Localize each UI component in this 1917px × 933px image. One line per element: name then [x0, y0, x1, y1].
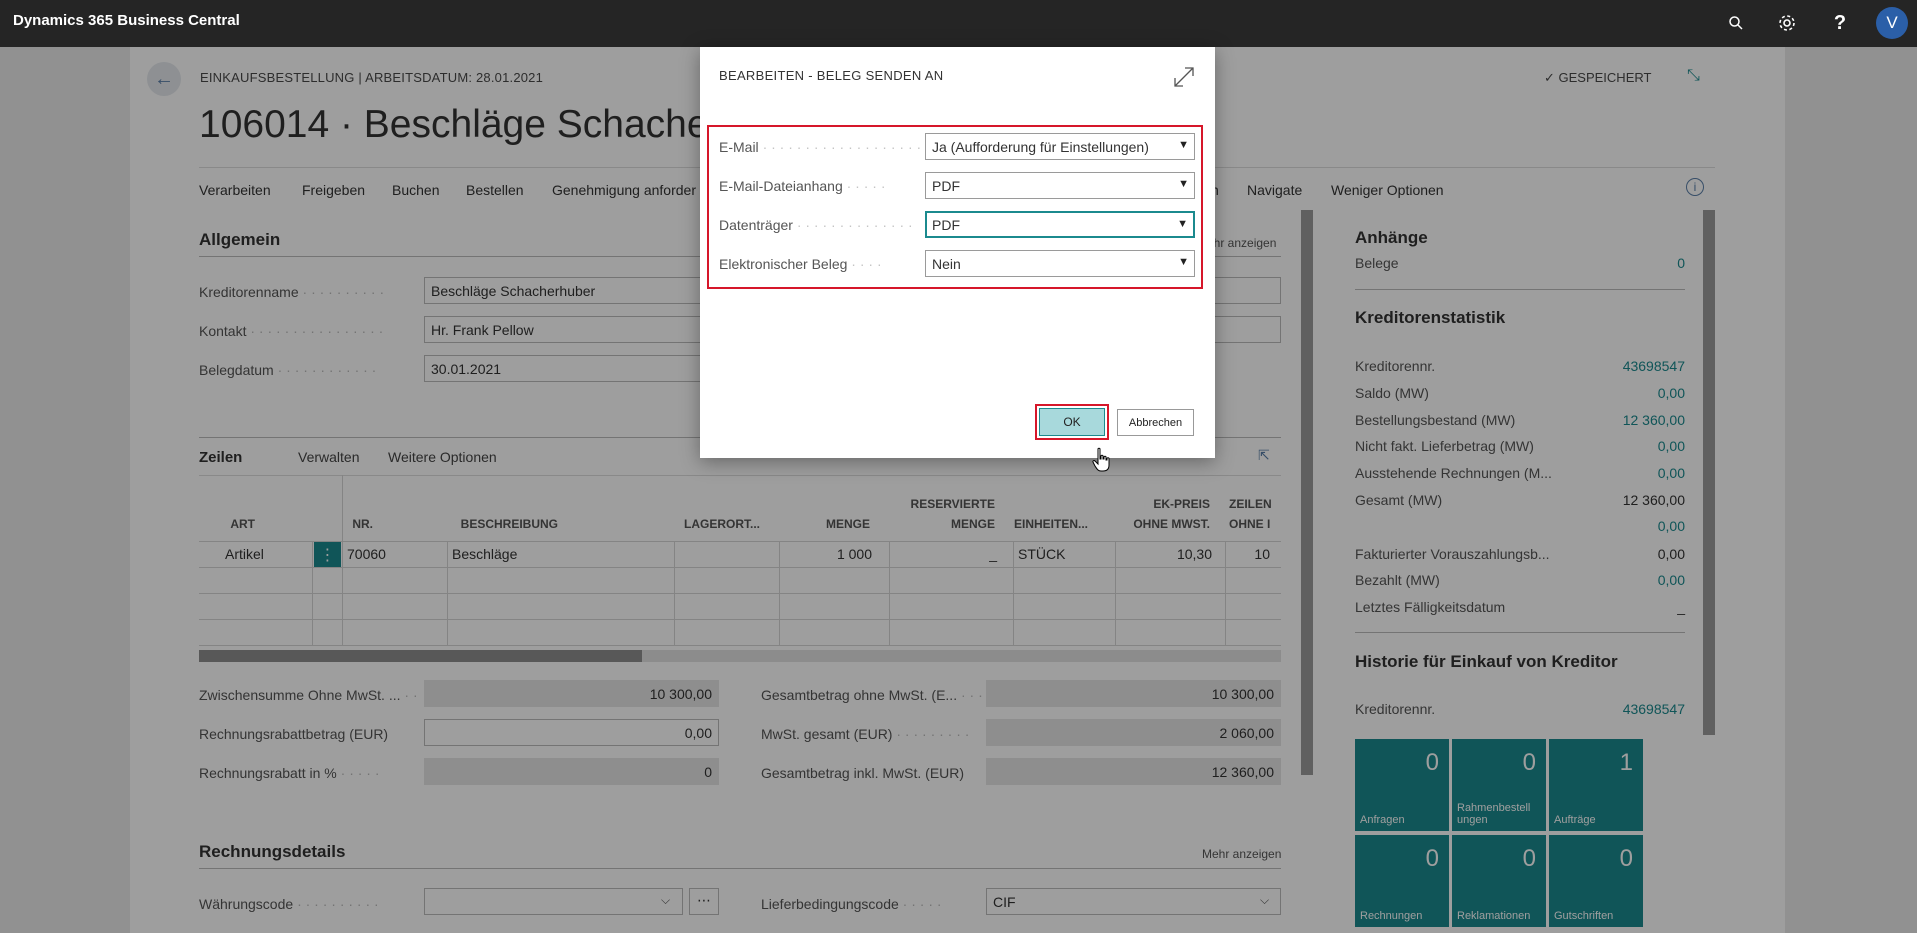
email-attachment-label: E-Mail-Dateianhang · · · · · [719, 178, 886, 194]
dropdown-arrow-icon: ▼ [1177, 218, 1188, 230]
hand-cursor-icon [1092, 447, 1112, 473]
dropdown-arrow-icon: ▼ [1178, 139, 1189, 151]
ok-button[interactable]: OK [1039, 408, 1105, 436]
top-bar: Dynamics 365 Business Central ? V [0, 0, 1917, 47]
search-icon[interactable] [1723, 10, 1749, 36]
disk-select[interactable]: PDF ▼ [925, 211, 1195, 238]
app-title[interactable]: Dynamics 365 Business Central [13, 12, 240, 29]
disk-label: Datenträger · · · · · · · · · · · · · · [719, 217, 913, 233]
avatar[interactable]: V [1876, 7, 1908, 39]
cancel-button[interactable]: Abbrechen [1117, 409, 1194, 436]
dropdown-arrow-icon: ▼ [1178, 178, 1189, 190]
electronic-document-label: Elektronischer Beleg · · · · [719, 256, 882, 272]
electronic-document-select[interactable]: Nein ▼ [925, 250, 1195, 277]
email-label: E-Mail · · · · · · · · · · · · · · · · ·… [719, 139, 922, 155]
help-icon[interactable]: ? [1827, 10, 1853, 36]
email-attachment-select[interactable]: PDF ▼ [925, 172, 1195, 199]
gear-icon[interactable] [1774, 10, 1800, 36]
expand-icon[interactable] [1172, 65, 1196, 89]
dialog-title: BEARBEITEN - BELEG SENDEN AN [719, 68, 944, 83]
dropdown-arrow-icon: ▼ [1178, 256, 1189, 268]
send-document-dialog: BEARBEITEN - BELEG SENDEN AN E-Mail · · … [700, 47, 1215, 458]
email-select[interactable]: Ja (Aufforderung für Einstellungen) ▼ [925, 133, 1195, 160]
